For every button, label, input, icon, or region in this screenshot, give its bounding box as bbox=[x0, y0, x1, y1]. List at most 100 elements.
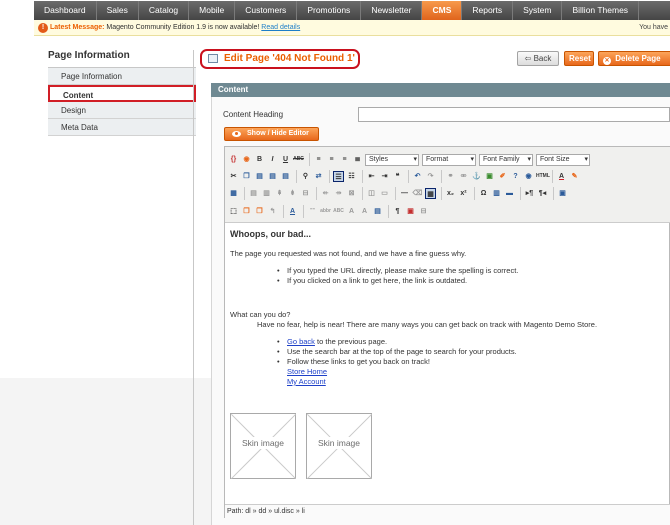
highlight-color-icon[interactable]: ✎ bbox=[569, 171, 580, 182]
unlink-icon[interactable]: ⚮ bbox=[458, 171, 469, 182]
styles-select[interactable]: Styles bbox=[365, 153, 419, 166]
template-icon[interactable]: ▣ bbox=[405, 206, 416, 217]
cut-icon[interactable]: ✂ bbox=[228, 171, 239, 182]
font-family-select[interactable]: Font Family bbox=[479, 153, 533, 166]
align-justify-icon[interactable]: ≣ bbox=[352, 154, 363, 165]
row-after-icon[interactable]: ⇟ bbox=[287, 188, 298, 199]
row-props-icon[interactable]: ▤ bbox=[248, 188, 259, 199]
link-icon[interactable]: ⚭ bbox=[445, 171, 456, 182]
find-icon[interactable]: ⚲ bbox=[300, 171, 311, 182]
nav-system[interactable]: System bbox=[513, 1, 563, 20]
cell-props-icon[interactable]: ▥ bbox=[261, 188, 272, 199]
split-cells-icon[interactable]: ◫ bbox=[366, 188, 377, 199]
content-heading-input[interactable] bbox=[358, 107, 670, 122]
bullet-list-icon[interactable]: ☰ bbox=[333, 171, 344, 182]
del-icon[interactable]: A bbox=[346, 206, 357, 217]
show-hide-editor-button[interactable]: Show / Hide Editor bbox=[224, 127, 319, 141]
image-icon[interactable]: ▣ bbox=[484, 171, 495, 182]
fullscreen-icon[interactable]: ▬ bbox=[504, 188, 515, 199]
insert-widget-icon[interactable]: {} bbox=[228, 154, 239, 165]
styleprops-icon[interactable]: A bbox=[287, 206, 298, 217]
nav-newsletter[interactable]: Newsletter bbox=[361, 1, 423, 20]
abbr-icon[interactable]: abbr bbox=[320, 206, 331, 217]
anchor-icon[interactable]: ⚓ bbox=[471, 171, 482, 182]
nav-sales[interactable]: Sales bbox=[97, 1, 139, 20]
paste-icon[interactable]: ▤ bbox=[254, 171, 265, 182]
delete-page-button[interactable]: ✕ Delete Page bbox=[598, 51, 670, 66]
col-before-icon[interactable]: ⇷ bbox=[320, 188, 331, 199]
delete-row-icon[interactable]: ⊟ bbox=[300, 188, 311, 199]
insert-table-icon[interactable]: ▦ bbox=[228, 188, 239, 199]
preview-icon[interactable]: ▣ bbox=[557, 188, 568, 199]
nav-promotions[interactable]: Promotions bbox=[297, 1, 362, 20]
align-left-icon[interactable]: ≡ bbox=[313, 154, 324, 165]
horizontal-rule-icon[interactable]: — bbox=[399, 188, 410, 199]
numbered-list-icon[interactable]: ☷ bbox=[346, 171, 357, 182]
move-forward-icon[interactable]: ❐ bbox=[241, 206, 252, 217]
remove-format-icon[interactable]: ⌫ bbox=[412, 188, 423, 199]
delete-col-icon[interactable]: ⊠ bbox=[346, 188, 357, 199]
replace-icon[interactable]: ⇄ bbox=[313, 171, 324, 182]
insert-layer-icon[interactable]: ⬚ bbox=[228, 206, 239, 217]
italic-icon[interactable]: I bbox=[267, 154, 278, 165]
absolute-icon[interactable]: ↰ bbox=[267, 206, 278, 217]
nav-customers[interactable]: Customers bbox=[235, 1, 298, 20]
special-char-icon[interactable]: Ω bbox=[478, 188, 489, 199]
list-item: Go back to the previous page. bbox=[277, 337, 387, 346]
help-icon[interactable]: ? bbox=[510, 171, 521, 182]
strikethrough-icon[interactable]: ABC bbox=[293, 154, 304, 165]
tab-meta-data[interactable]: Meta Data bbox=[48, 119, 196, 136]
col-after-icon[interactable]: ⇸ bbox=[333, 188, 344, 199]
ins-icon[interactable]: A bbox=[359, 206, 370, 217]
tab-design[interactable]: Design bbox=[48, 102, 196, 119]
nav-catalog[interactable]: Catalog bbox=[139, 1, 190, 20]
insert-image-icon[interactable]: ◉ bbox=[241, 154, 252, 165]
nav-dashboard[interactable]: Dashboard bbox=[34, 1, 97, 20]
nav-billion-themes[interactable]: Billion Themes bbox=[562, 1, 640, 20]
toolbar-separator bbox=[553, 187, 554, 200]
superscript-icon[interactable]: x² bbox=[458, 188, 469, 199]
copy-icon[interactable]: ❐ bbox=[241, 171, 252, 182]
format-select[interactable]: Format bbox=[422, 153, 476, 166]
cleanup-icon[interactable]: ✐ bbox=[497, 171, 508, 182]
store-home-link[interactable]: Store Home bbox=[287, 367, 327, 376]
page-break-icon[interactable]: ⊟ bbox=[418, 206, 429, 217]
cite-icon[interactable]: "" bbox=[307, 206, 318, 217]
show-blocks-icon[interactable]: ¶ bbox=[392, 206, 403, 217]
reset-button[interactable]: Reset bbox=[564, 51, 594, 66]
back-button[interactable]: ⇦ Back bbox=[517, 51, 559, 66]
paste-text-icon[interactable]: ▤ bbox=[267, 171, 278, 182]
html-source-icon[interactable]: ◉ bbox=[523, 171, 534, 182]
nav-cms[interactable]: CMS bbox=[422, 1, 463, 20]
tab-page-information[interactable]: Page Information bbox=[48, 68, 196, 85]
visual-aid-icon[interactable]: ▦ bbox=[425, 188, 436, 199]
my-account-link[interactable]: My Account bbox=[287, 377, 326, 386]
attribs-icon[interactable]: ▤ bbox=[372, 206, 383, 217]
text-color-icon[interactable]: A bbox=[556, 171, 567, 182]
rtl-icon[interactable]: ¶◂ bbox=[537, 188, 548, 199]
row-before-icon[interactable]: ⇞ bbox=[274, 188, 285, 199]
paste-word-icon[interactable]: ▤ bbox=[280, 171, 291, 182]
ltr-icon[interactable]: ▸¶ bbox=[524, 188, 535, 199]
nav-mobile[interactable]: Mobile bbox=[189, 1, 236, 20]
html-icon[interactable]: HTML bbox=[536, 171, 550, 182]
acronym-icon[interactable]: ABC bbox=[333, 206, 344, 217]
nav-reports[interactable]: Reports bbox=[462, 1, 514, 20]
merge-cells-icon[interactable]: ▭ bbox=[379, 188, 390, 199]
read-details-link[interactable]: Read details bbox=[261, 24, 300, 31]
font-size-select[interactable]: Font Size bbox=[536, 153, 590, 166]
subscript-icon[interactable]: x₂ bbox=[445, 188, 456, 199]
undo-icon[interactable]: ↶ bbox=[412, 171, 423, 182]
move-backward-icon[interactable]: ❐ bbox=[254, 206, 265, 217]
redo-icon[interactable]: ↷ bbox=[425, 171, 436, 182]
align-center-icon[interactable]: ≡ bbox=[326, 154, 337, 165]
underline-icon[interactable]: U bbox=[280, 154, 291, 165]
tab-content[interactable]: Content bbox=[48, 85, 196, 102]
indent-icon[interactable]: ⇥ bbox=[379, 171, 390, 182]
outdent-icon[interactable]: ⇤ bbox=[366, 171, 377, 182]
blockquote-icon[interactable]: ❝ bbox=[392, 171, 403, 182]
align-right-icon[interactable]: ≡ bbox=[339, 154, 350, 165]
bold-icon[interactable]: B bbox=[254, 154, 265, 165]
go-back-link[interactable]: Go back bbox=[287, 337, 315, 346]
media-icon[interactable]: ▥ bbox=[491, 188, 502, 199]
